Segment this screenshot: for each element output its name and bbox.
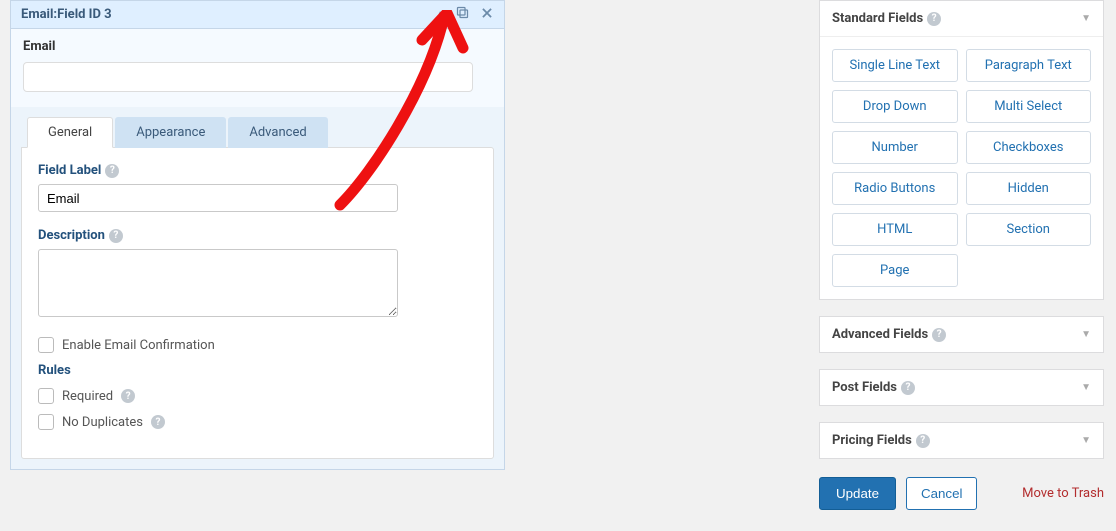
description-input[interactable] [38,249,398,317]
post-fields-title: Post Fields [832,380,897,395]
preview-input[interactable] [23,62,473,92]
field-settings: General Appearance Advanced Field Label … [11,107,504,469]
field-btn-radio-buttons[interactable]: Radio Buttons [832,172,958,205]
header-actions: ▲ [435,5,494,24]
field-btn-section[interactable]: Section [966,213,1092,246]
field-btn-paragraph-text[interactable]: Paragraph Text [966,49,1092,82]
field-editor-panel: Email : Field ID 3 ▲ Email General Appea… [10,0,505,470]
pricing-fields-header[interactable]: Pricing Fields ? ▼ [820,423,1103,458]
standard-fields-body: Single Line Text Paragraph Text Drop Dow… [820,36,1103,299]
field-btn-checkboxes[interactable]: Checkboxes [966,131,1092,164]
post-fields-box: Post Fields ? ▼ [819,369,1104,406]
field-preview: Email [11,29,504,107]
move-to-trash-link[interactable]: Move to Trash [1022,486,1104,501]
checkbox[interactable] [38,337,54,353]
pricing-fields-box: Pricing Fields ? ▼ [819,422,1104,459]
delete-icon[interactable] [480,6,494,24]
help-icon[interactable]: ? [927,12,941,26]
collapse-icon[interactable]: ▲ [435,9,445,20]
checkbox[interactable] [38,388,54,404]
form-actions: Update Cancel Move to Trash [819,477,1104,510]
field-btn-html[interactable]: HTML [832,213,958,246]
field-label-title: Field Label ? [38,163,477,178]
chevron-down-icon[interactable]: ▼ [1081,13,1091,24]
standard-fields-box: Standard Fields ? ▼ Single Line Text Par… [819,0,1104,300]
noduplicates-label: No Duplicates [62,415,143,430]
right-sidebar: Standard Fields ? ▼ Single Line Text Par… [819,0,1104,510]
help-icon[interactable]: ? [109,229,123,243]
advanced-fields-box: Advanced Fields ? ▼ [819,316,1104,353]
checkbox[interactable] [38,414,54,430]
advanced-fields-header[interactable]: Advanced Fields ? ▼ [820,317,1103,352]
pricing-fields-title: Pricing Fields [832,433,912,448]
standard-fields-grid: Single Line Text Paragraph Text Drop Dow… [832,49,1091,287]
enable-confirmation-row[interactable]: Enable Email Confirmation [38,337,477,353]
update-button[interactable]: Update [819,477,896,510]
help-icon[interactable]: ? [932,328,946,342]
field-btn-hidden[interactable]: Hidden [966,172,1092,205]
help-icon[interactable]: ? [121,389,135,403]
help-icon[interactable]: ? [151,415,165,429]
tab-appearance[interactable]: Appearance [115,117,226,148]
header-field-name: Email [21,7,53,22]
post-fields-header[interactable]: Post Fields ? ▼ [820,370,1103,405]
field-btn-number[interactable]: Number [832,131,958,164]
chevron-down-icon[interactable]: ▼ [1081,329,1091,340]
tab-content: Field Label ? Description ? Enable Email… [21,147,494,459]
description-title-text: Description [38,228,105,243]
field-btn-multi-select[interactable]: Multi Select [966,90,1092,123]
standard-fields-title: Standard Fields [832,11,923,26]
settings-tabs: General Appearance Advanced [27,117,494,148]
help-icon[interactable]: ? [105,164,119,178]
field-btn-page[interactable]: Page [832,254,958,287]
tab-general[interactable]: General [27,117,113,148]
help-icon[interactable]: ? [901,381,915,395]
standard-fields-header[interactable]: Standard Fields ? ▼ [820,1,1103,36]
panel-header: Email : Field ID 3 ▲ [11,1,504,29]
rules-heading: Rules [38,363,477,378]
field-btn-drop-down[interactable]: Drop Down [832,90,958,123]
preview-label: Email [23,39,489,54]
help-icon[interactable]: ? [916,434,930,448]
noduplicates-row[interactable]: No Duplicates ? [38,414,477,430]
advanced-fields-title: Advanced Fields [832,327,928,342]
duplicate-icon[interactable] [455,5,470,24]
field-label-input[interactable] [38,184,398,212]
field-btn-single-line-text[interactable]: Single Line Text [832,49,958,82]
chevron-down-icon[interactable]: ▼ [1081,435,1091,446]
enable-confirmation-label: Enable Email Confirmation [62,338,215,353]
header-field-id: Field ID 3 [57,7,112,22]
required-row[interactable]: Required ? [38,388,477,404]
cancel-button[interactable]: Cancel [906,477,978,510]
tab-advanced[interactable]: Advanced [228,117,327,148]
field-label-title-text: Field Label [38,163,101,178]
description-title: Description ? [38,228,477,243]
chevron-down-icon[interactable]: ▼ [1081,382,1091,393]
required-label: Required [62,389,113,404]
